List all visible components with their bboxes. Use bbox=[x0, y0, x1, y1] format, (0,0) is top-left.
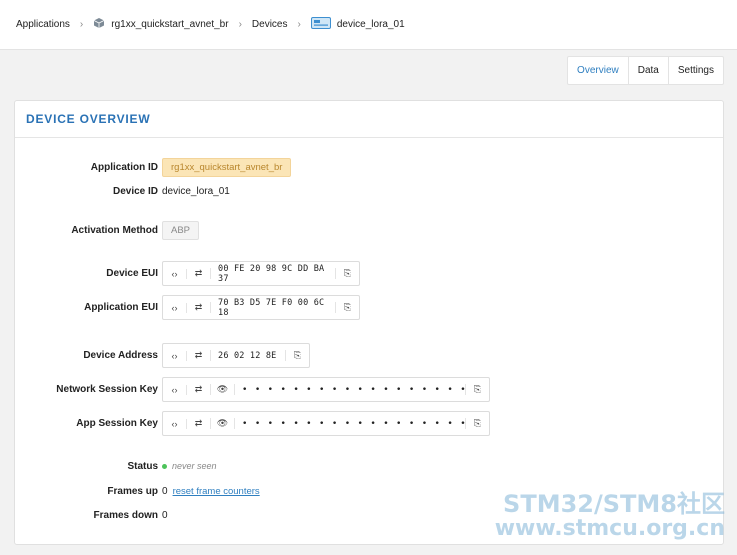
status-value-wrap: never seen bbox=[162, 461, 217, 471]
watermark-line1: STM32/STM8社区 bbox=[503, 490, 725, 518]
device-eui-field: ‹› ⇄ 00 FE 20 98 9C DD BA 37 ⎘ bbox=[162, 261, 360, 286]
activation-method-tag: ABP bbox=[162, 220, 200, 240]
activation-method-value-wrap: ABP bbox=[162, 220, 200, 240]
reset-frame-counters-link[interactable]: reset frame counters bbox=[173, 486, 260, 497]
network-session-key-label: Network Session Key bbox=[56, 384, 158, 395]
eye-icon[interactable]: 👁 bbox=[211, 418, 235, 429]
breadcrumb-device-name: device_lora_01 bbox=[336, 19, 405, 30]
device-id-value: device_lora_01 bbox=[162, 185, 230, 197]
toggle-format-icon[interactable]: ‹› bbox=[163, 350, 187, 361]
watermark: STM32/STM8社区 www.stmcu.org.cn bbox=[494, 490, 725, 542]
application-id-label: Application ID bbox=[90, 161, 158, 173]
tab-overview[interactable]: Overview bbox=[568, 57, 628, 84]
watermark-line2: www.stmcu.org.cn bbox=[494, 516, 725, 542]
toggle-format-icon[interactable]: ‹› bbox=[163, 384, 187, 395]
device-overview-card: DEVICE OVERVIEW Application ID rg1xx_qui… bbox=[14, 100, 724, 545]
copy-icon[interactable]: ⎘ bbox=[335, 268, 359, 279]
copy-icon[interactable]: ⎘ bbox=[285, 350, 309, 361]
eye-icon[interactable]: 👁 bbox=[211, 384, 235, 395]
byte-order-icon[interactable]: ⇄ bbox=[187, 302, 211, 313]
tab-settings[interactable]: Settings bbox=[667, 57, 723, 84]
network-session-key-row: Network Session Key ‹› ⇄ 👁 • • • • • • •… bbox=[15, 377, 725, 402]
status-value: never seen bbox=[172, 461, 217, 471]
status-dot-icon bbox=[162, 463, 167, 469]
toggle-format-icon[interactable]: ‹› bbox=[163, 268, 187, 279]
frames-up-label: Frames up bbox=[107, 485, 158, 497]
toggle-format-icon[interactable]: ‹› bbox=[163, 418, 187, 429]
breadcrumb: Applications › rg1xx_quickstart_avnet_br… bbox=[0, 0, 737, 50]
device-address-label: Device Address bbox=[83, 350, 158, 361]
tab-bar: Overview Data Settings bbox=[567, 56, 724, 85]
breadcrumb-applications[interactable]: Applications bbox=[16, 19, 70, 30]
copy-icon[interactable]: ⎘ bbox=[335, 302, 359, 313]
activation-method-row: Activation Method ABP bbox=[15, 220, 725, 240]
breadcrumb-devices[interactable]: Devices bbox=[252, 19, 288, 30]
activation-method-label: Activation Method bbox=[71, 224, 158, 236]
application-icon bbox=[93, 17, 105, 32]
byte-order-icon[interactable]: ⇄ bbox=[187, 350, 211, 361]
application-eui-label: Application EUI bbox=[84, 302, 158, 313]
app-session-key-label: App Session Key bbox=[76, 418, 158, 429]
frames-up-value-wrap: 0 reset frame counters bbox=[162, 486, 260, 497]
application-id-tag[interactable]: rg1xx_quickstart_avnet_br bbox=[162, 157, 292, 177]
chevron-right-icon: › bbox=[79, 19, 84, 30]
device-address-value: 26 02 12 8E bbox=[218, 350, 277, 361]
device-id-label: Device ID bbox=[112, 185, 158, 197]
app-session-key-value: • • • • • • • • • • • • • • • • • • • • … bbox=[242, 418, 465, 429]
frames-down-label: Frames down bbox=[93, 509, 158, 521]
device-address-row: Device Address ‹› ⇄ 26 02 12 8E ⎘ bbox=[15, 343, 725, 368]
frames-down-value: 0 bbox=[162, 509, 168, 521]
copy-icon[interactable]: ⎘ bbox=[465, 384, 489, 395]
app-session-key-field: ‹› ⇄ 👁 • • • • • • • • • • • • • • • • •… bbox=[162, 411, 490, 436]
network-session-key-field: ‹› ⇄ 👁 • • • • • • • • • • • • • • • • •… bbox=[162, 377, 490, 402]
status-label: Status bbox=[127, 460, 158, 472]
card-title: DEVICE OVERVIEW bbox=[26, 112, 151, 126]
chevron-right-icon: › bbox=[238, 19, 242, 30]
device-icon bbox=[310, 17, 331, 32]
application-id-row: Application ID rg1xx_quickstart_avnet_br bbox=[15, 157, 725, 177]
device-eui-value: 00 FE 20 98 9C DD BA 37 bbox=[218, 263, 325, 284]
application-eui-value: 70 B3 D5 7E F0 00 6C 18 bbox=[218, 297, 325, 318]
toggle-format-icon[interactable]: ‹› bbox=[163, 302, 187, 313]
card-header: DEVICE OVERVIEW bbox=[15, 101, 723, 138]
device-address-field: ‹› ⇄ 26 02 12 8E ⎘ bbox=[162, 343, 310, 368]
device-eui-row: Device EUI ‹› ⇄ 00 FE 20 98 9C DD BA 37 … bbox=[15, 261, 725, 286]
breadcrumb-application-name[interactable]: rg1xx_quickstart_avnet_br bbox=[111, 19, 228, 30]
network-session-key-value: • • • • • • • • • • • • • • • • • • • • … bbox=[242, 384, 465, 395]
application-eui-row: Application EUI ‹› ⇄ 70 B3 D5 7E F0 00 6… bbox=[15, 295, 725, 320]
device-eui-label: Device EUI bbox=[106, 268, 158, 279]
device-id-row: Device ID device_lora_01 bbox=[15, 181, 725, 201]
copy-icon[interactable]: ⎘ bbox=[465, 418, 489, 429]
chevron-right-icon: › bbox=[297, 19, 301, 30]
application-id-value-wrap: rg1xx_quickstart_avnet_br bbox=[162, 157, 292, 177]
app-session-key-row: App Session Key ‹› ⇄ 👁 • • • • • • • • •… bbox=[15, 411, 725, 436]
byte-order-icon[interactable]: ⇄ bbox=[187, 418, 211, 429]
status-row: Status never seen bbox=[15, 456, 725, 476]
byte-order-icon[interactable]: ⇄ bbox=[187, 268, 211, 279]
frames-up-value: 0 bbox=[162, 485, 168, 497]
byte-order-icon[interactable]: ⇄ bbox=[187, 384, 211, 395]
tab-data[interactable]: Data bbox=[627, 57, 668, 84]
application-eui-field: ‹› ⇄ 70 B3 D5 7E F0 00 6C 18 ⎘ bbox=[162, 295, 360, 320]
